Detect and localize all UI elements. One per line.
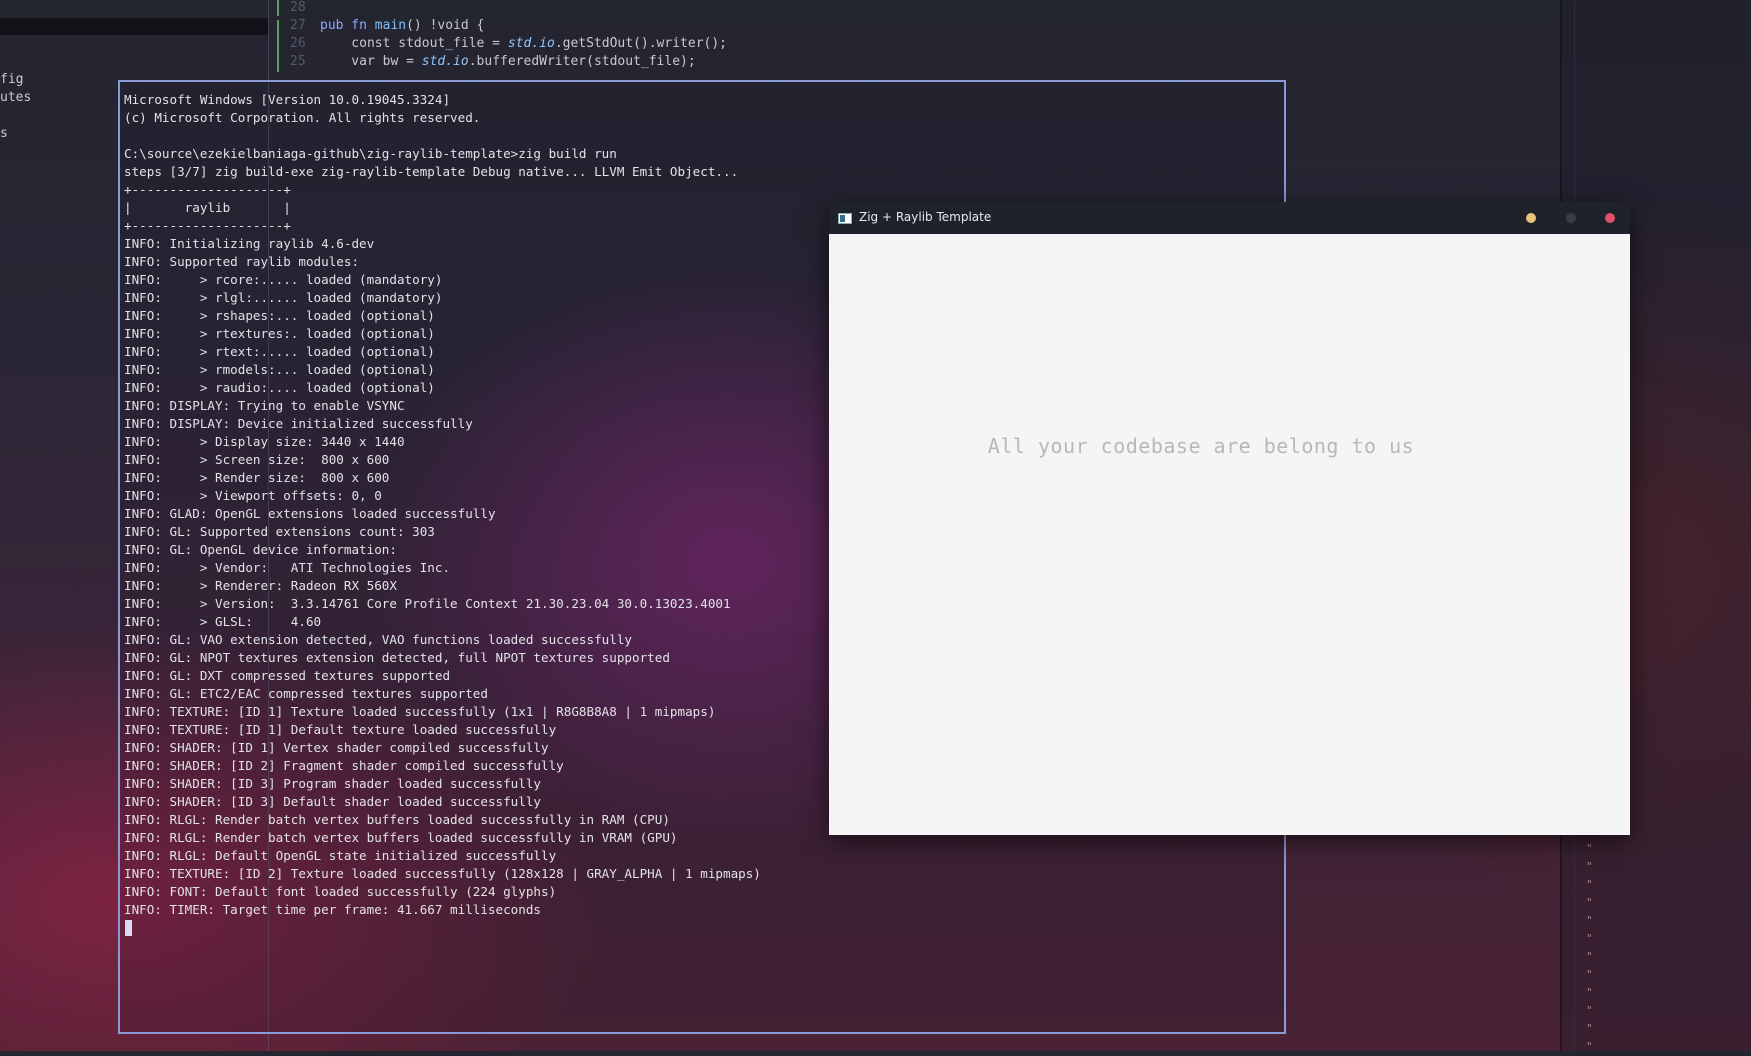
terminal-line: INFO: TIMER: Target time per frame: 41.6…	[124, 902, 542, 917]
terminal-line: INFO: > Screen size: 800 x 600	[124, 452, 390, 467]
terminal-line: INFO: > Renderer: Radeon RX 560X	[124, 578, 397, 593]
terminal-line: INFO: Initializing raylib 4.6-dev	[124, 236, 375, 251]
terminal-line: INFO: RLGL: Render batch vertex buffers …	[124, 830, 678, 845]
terminal-line: INFO: DISPLAY: Trying to enable VSYNC	[124, 398, 405, 413]
terminal-line: INFO: TEXTURE: [ID 1] Default texture lo…	[124, 722, 557, 737]
terminal-line: INFO: TEXTURE: [ID 2] Texture loaded suc…	[124, 866, 761, 881]
close-button[interactable]	[1605, 213, 1615, 223]
code-line: 26 const stdout_file = std.io.getStdOut(…	[290, 36, 727, 51]
git-change-marker	[277, 20, 279, 72]
canvas-message: All your codebase are belong to us	[987, 434, 1415, 458]
terminal-line: INFO: > rmodels:... loaded (optional)	[124, 362, 435, 377]
terminal-line: C:\source\ezekielbaniaga-github\zig-rayl…	[124, 146, 617, 161]
terminal-line: INFO: RLGL: Default OpenGL state initial…	[124, 848, 557, 863]
terminal-line: Microsoft Windows [Version 10.0.19045.33…	[124, 92, 451, 107]
terminal-line: steps [3/7] zig build-exe zig-raylib-tem…	[124, 164, 739, 179]
window-app-icon	[838, 213, 852, 224]
terminal-line: INFO: > Render size: 800 x 600	[124, 470, 390, 485]
terminal-line: INFO: RLGL: Render batch vertex buffers …	[124, 812, 670, 827]
terminal-cursor	[125, 920, 132, 936]
line-number: 28	[290, 0, 306, 15]
terminal-line: INFO: > Vendor: ATI Technologies Inc.	[124, 560, 451, 575]
terminal-line: INFO: SHADER: [ID 3] Program shader load…	[124, 776, 542, 791]
terminal-line: INFO: SHADER: [ID 1] Vertex shader compi…	[124, 740, 549, 755]
window-titlebar[interactable]: Zig + Raylib Template	[829, 202, 1630, 234]
terminal-line: INFO: TEXTURE: [ID 1] Texture loaded suc…	[124, 704, 716, 719]
terminal-line: INFO: GL: VAO extension detected, VAO fu…	[124, 632, 632, 647]
terminal-line: INFO: SHADER: [ID 3] Default shader load…	[124, 794, 542, 809]
terminal-line: (c) Microsoft Corporation. All rights re…	[124, 110, 481, 125]
line-number: 27	[290, 18, 306, 33]
minimize-button[interactable]	[1526, 213, 1536, 223]
minimap-markers: " " " " " " " " " " " "	[1586, 842, 1593, 1053]
code-line: 25 var bw = std.io.bufferedWriter(stdout…	[290, 54, 696, 69]
maximize-button[interactable]	[1566, 213, 1576, 223]
terminal-line: INFO: GL: OpenGL device information:	[124, 542, 397, 557]
terminal-line: INFO: > GLSL: 4.60	[124, 614, 322, 629]
terminal-line: | raylib |	[124, 200, 291, 215]
terminal-line: INFO: > rshapes:... loaded (optional)	[124, 308, 435, 323]
terminal-line: INFO: > rtext:..... loaded (optional)	[124, 344, 435, 359]
window-title: Zig + Raylib Template	[859, 210, 992, 224]
terminal-line: INFO: GLAD: OpenGL extensions loaded suc…	[124, 506, 496, 521]
raylib-canvas[interactable]: All your codebase are belong to us	[829, 234, 1630, 835]
raylib-window[interactable]: Zig + Raylib Template All your codebase …	[829, 202, 1630, 835]
terminal-output: Microsoft Windows [Version 10.0.19045.33…	[124, 91, 761, 919]
terminal-line: INFO: GL: ETC2/EAC compressed textures s…	[124, 686, 488, 701]
file-tree-item[interactable]: utes	[0, 90, 31, 105]
terminal-line: INFO: > rlgl:...... loaded (mandatory)	[124, 290, 443, 305]
code-line: 27 pub fn main() !void {	[290, 18, 485, 33]
terminal-line: INFO: SHADER: [ID 2] Fragment shader com…	[124, 758, 564, 773]
terminal-line: INFO: Supported raylib modules:	[124, 254, 360, 269]
line-number: 26	[290, 36, 306, 51]
terminal-line: INFO: > rtextures:. loaded (optional)	[124, 326, 435, 341]
terminal-line: INFO: > Display size: 3440 x 1440	[124, 434, 405, 449]
terminal-line: INFO: GL: DXT compressed textures suppor…	[124, 668, 451, 683]
terminal-line: INFO: > rcore:..... loaded (mandatory)	[124, 272, 443, 287]
file-tree-item[interactable]: fig	[0, 72, 23, 87]
terminal-line: +--------------------+	[124, 182, 291, 197]
terminal-line: INFO: > raudio:.... loaded (optional)	[124, 380, 435, 395]
terminal-line: INFO: GL: NPOT textures extension detect…	[124, 650, 670, 665]
terminal-line: INFO: > Version: 3.3.14761 Core Profile …	[124, 596, 731, 611]
terminal-line: INFO: DISPLAY: Device initialized succes…	[124, 416, 473, 431]
file-tree-item[interactable]: s	[0, 126, 8, 141]
terminal-line: INFO: > Viewport offsets: 0, 0	[124, 488, 382, 503]
terminal-line: INFO: GL: Supported extensions count: 30…	[124, 524, 435, 539]
line-number: 25	[290, 54, 306, 69]
code-line: 28	[290, 0, 320, 18]
file-tree-selected-row[interactable]	[0, 18, 268, 35]
git-change-marker	[277, 0, 279, 16]
terminal-line: INFO: FONT: Default font loaded successf…	[124, 884, 557, 899]
terminal-line: +--------------------+	[124, 218, 291, 233]
